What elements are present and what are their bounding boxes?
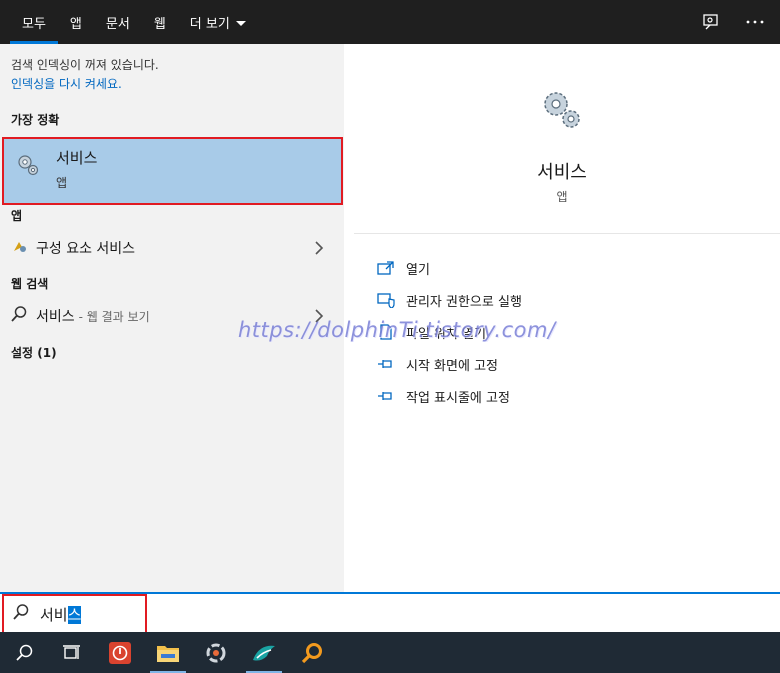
tab-apps[interactable]: 앱 — [58, 0, 94, 44]
feedback-icon[interactable] — [700, 11, 722, 33]
search-icon — [10, 305, 28, 327]
component-services-icon — [12, 238, 28, 258]
best-match-services[interactable]: 서비스 앱 — [2, 137, 343, 205]
file-explorer-icon[interactable] — [144, 632, 192, 673]
more-icon[interactable] — [744, 11, 766, 33]
open-icon — [376, 258, 396, 278]
apps-header: 앱 — [11, 209, 23, 223]
app-search-orange-icon[interactable] — [288, 632, 336, 673]
action-open[interactable]: 열기 — [376, 252, 522, 284]
app-bird-icon[interactable] — [240, 632, 288, 673]
action-pin-to-taskbar-label: 작업 표시줄에 고정 — [406, 390, 510, 406]
indexing-notice-text: 검색 인덱싱이 꺼져 있습니다. — [11, 58, 159, 72]
action-run-as-admin[interactable]: 관리자 권한으로 실행 — [376, 284, 522, 316]
chevron-right-icon[interactable] — [314, 308, 324, 327]
tab-web-label: 웹 — [153, 16, 166, 32]
search-query: 서비스 — [40, 604, 82, 625]
details-type: 앱 — [556, 190, 568, 204]
tab-all-label: 모두 — [22, 16, 46, 32]
app-red-icon[interactable] — [96, 632, 144, 673]
results-pane: 검색 인덱싱이 꺼져 있습니다. 인덱싱을 다시 켜세요. 가장 정확 서비스 … — [0, 44, 344, 592]
best-match-type: 앱 — [56, 176, 68, 190]
reenable-indexing-link[interactable]: 인덱싱을 다시 켜세요. — [11, 75, 333, 94]
tab-more-label: 더 보기 — [189, 16, 230, 32]
top-tab-bar: 모두 앱 문서 웹 더 보기 — [0, 0, 780, 44]
list-item-web-search[interactable]: 서비스 - 웹 결과 보기 — [0, 300, 344, 332]
chevron-down-icon — [235, 20, 246, 26]
action-pin-to-start[interactable]: 시작 화면에 고정 — [376, 348, 522, 380]
web-search-header: 웹 검색 — [11, 277, 49, 291]
search-bar[interactable]: 서비스 — [0, 592, 780, 634]
taskbar — [0, 632, 780, 673]
details-header: 서비스 앱 — [354, 56, 780, 234]
action-run-as-admin-label: 관리자 권한으로 실행 — [406, 294, 522, 310]
search-query-typed: 서비 — [40, 605, 68, 624]
action-list: 열기 관리자 권한으로 실행 파일 위치 열기 시작 화면에 고정 작업 표시줄… — [376, 252, 522, 412]
action-pin-to-start-label: 시작 화면에 고정 — [406, 358, 498, 374]
chevron-right-icon[interactable] — [314, 240, 324, 259]
task-view-icon[interactable] — [48, 632, 96, 673]
component-services-label: 구성 요소 서비스 — [36, 241, 136, 257]
web-search-label: 서비스 — [36, 309, 75, 325]
indexing-notice: 검색 인덱싱이 꺼져 있습니다. 인덱싱을 다시 켜세요. — [0, 44, 344, 94]
start-search-window: 모두 앱 문서 웹 더 보기 검색 인덱싱이 꺼져 있습니다. 인덱싱을 다시 … — [0, 0, 780, 673]
tab-more[interactable]: 더 보기 — [178, 0, 258, 44]
best-match-header: 가장 정확 — [11, 113, 60, 127]
best-match-title: 서비스 — [56, 149, 98, 167]
action-open-file-location[interactable]: 파일 위치 열기 — [376, 316, 522, 348]
settings-header[interactable]: 설정 (1) — [0, 344, 57, 361]
search-query-selected: 스 — [67, 605, 82, 624]
details-title: 서비스 — [537, 162, 587, 183]
search-icon — [12, 603, 30, 625]
app-circle-icon[interactable] — [192, 632, 240, 673]
web-search-hint: - 웹 결과 보기 — [78, 309, 150, 324]
pin-icon — [376, 386, 396, 406]
tab-documents-label: 문서 — [105, 16, 130, 32]
action-pin-to-taskbar[interactable]: 작업 표시줄에 고정 — [376, 380, 522, 412]
tab-web[interactable]: 웹 — [142, 0, 178, 44]
taskbar-search-icon[interactable] — [0, 632, 48, 673]
tab-documents[interactable]: 문서 — [94, 0, 142, 44]
pin-icon — [376, 354, 396, 374]
file-icon — [376, 322, 396, 342]
action-open-label: 열기 — [406, 262, 430, 278]
action-open-file-location-label: 파일 위치 열기 — [406, 326, 487, 342]
services-gear-icon — [16, 153, 40, 181]
details-pane: 서비스 앱 열기 관리자 권한으로 실행 파일 위치 열기 시작 화면에 고정 … — [354, 56, 780, 592]
shield-icon — [376, 290, 396, 310]
search-input[interactable]: 서비스 — [2, 594, 147, 634]
tab-apps-label: 앱 — [69, 16, 82, 32]
list-item-component-services[interactable]: 구성 요소 서비스 — [0, 232, 344, 264]
services-gear-large-icon — [540, 88, 584, 136]
tab-all[interactable]: 모두 — [10, 0, 58, 44]
top-right-actions — [700, 0, 766, 44]
